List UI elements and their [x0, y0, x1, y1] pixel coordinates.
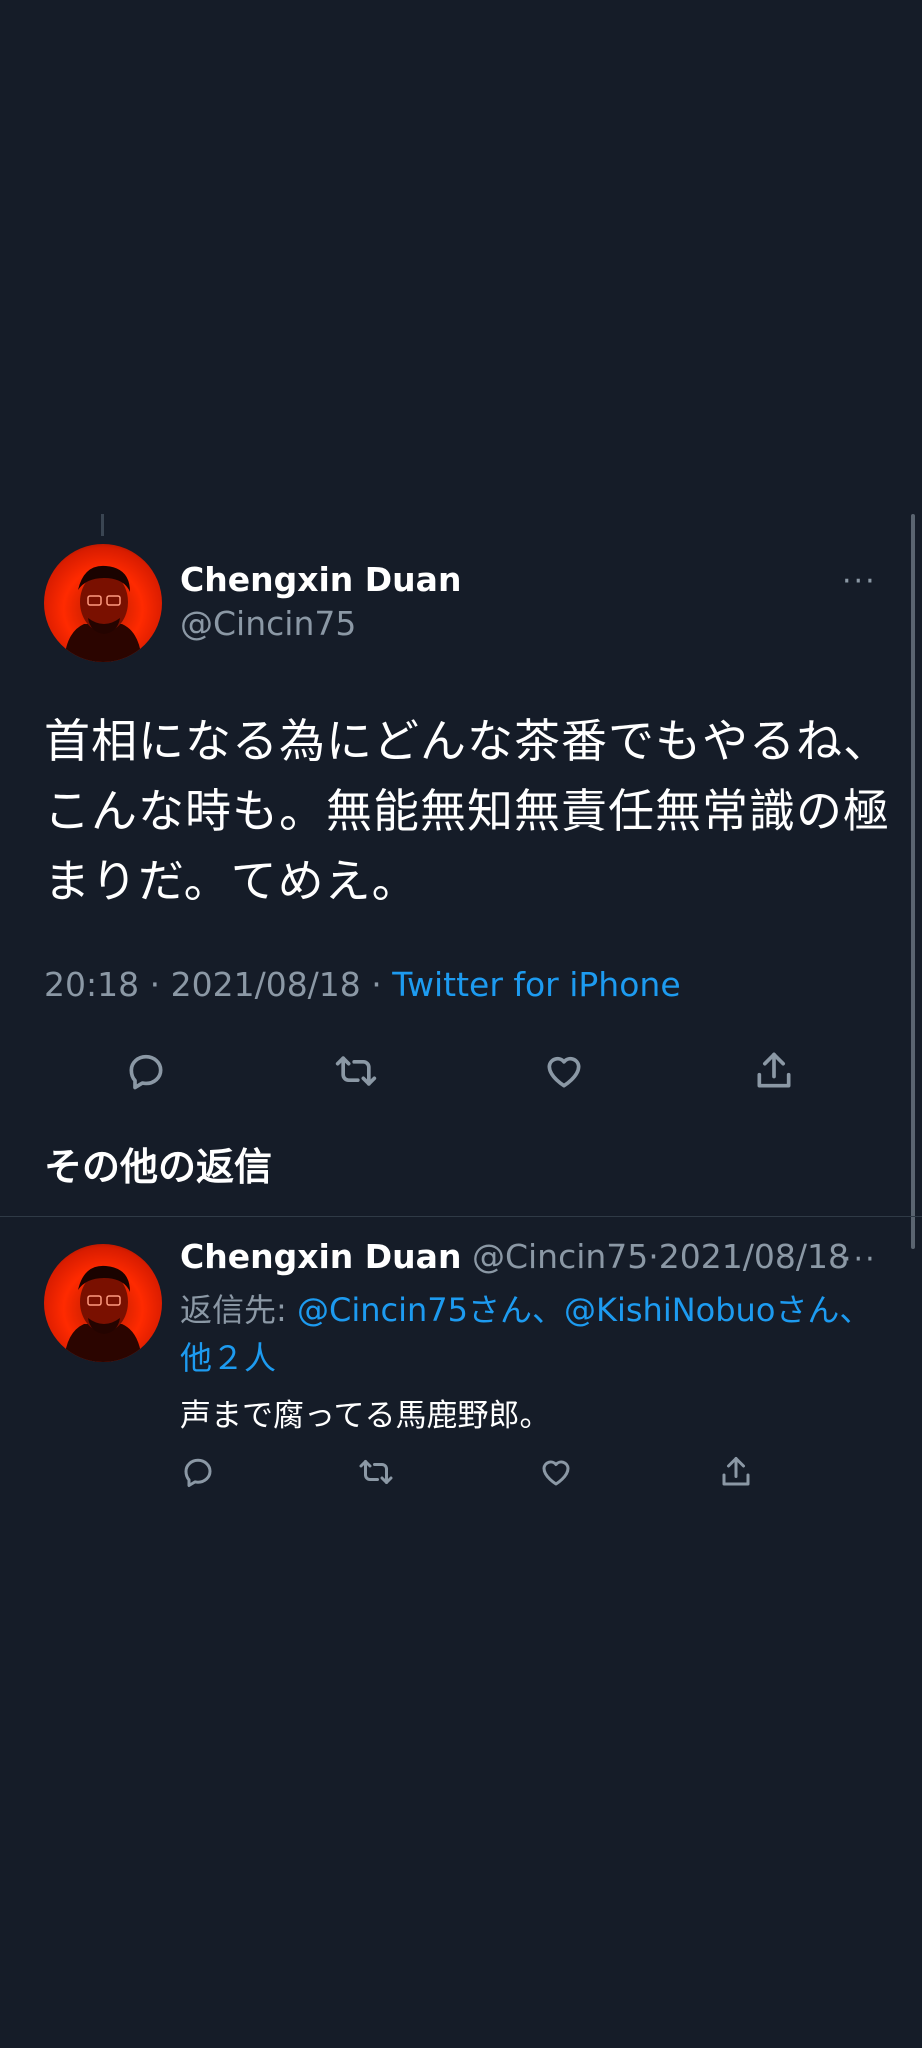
tweet-date[interactable]: 2021/08/18: [171, 965, 361, 1004]
meta-separator: ·: [360, 965, 393, 1004]
tweet-text-line: まりだ。てめえ。: [44, 854, 419, 908]
mention-link[interactable]: @KishiNobuo: [564, 1291, 775, 1329]
reply-header: Chengxin Duan @Cincin75·2021/08/18: [180, 1237, 849, 1276]
reply-more-options-icon[interactable]: ···: [842, 1242, 877, 1277]
reply-icon: [184, 1458, 212, 1487]
tweet-text: 首相になる為にどんな茶番でもやるね、 こんな時も。無能無知無責任無常識の極 まり…: [44, 706, 894, 916]
thread-connector: [101, 514, 104, 536]
share-icon: [722, 1457, 750, 1486]
reply-author-name[interactable]: Chengxin Duan: [180, 1237, 461, 1276]
mention-suffix[interactable]: さん、: [775, 1291, 871, 1329]
heart-icon: [547, 1056, 581, 1088]
like-button[interactable]: [538, 1045, 590, 1097]
meta-separator: ·: [648, 1237, 659, 1276]
retweet-icon: [359, 1460, 393, 1484]
reply-to-label: 返信先:: [180, 1291, 297, 1329]
tweet-text-line: こんな時も。無能無知無責任無常識の極: [44, 784, 890, 838]
reply-button[interactable]: [120, 1045, 172, 1097]
more-replies-heading: その他の返信: [44, 1145, 273, 1189]
heart-icon: [542, 1460, 570, 1486]
tweet-time[interactable]: 20:18: [44, 965, 139, 1004]
retweet-button[interactable]: [330, 1045, 382, 1097]
more-options-icon[interactable]: ···: [842, 564, 877, 599]
reply-retweet-button[interactable]: [354, 1450, 398, 1494]
reply-avatar[interactable]: [44, 1244, 162, 1362]
author-name[interactable]: Chengxin Duan: [180, 560, 461, 599]
reply-icon: [129, 1054, 163, 1090]
reply-author-handle[interactable]: @Cincin75: [472, 1237, 648, 1276]
reply-share-button[interactable]: [714, 1450, 758, 1494]
meta-separator: ·: [139, 965, 171, 1004]
reply-to-line: 返信先: @Cincin75さん、@KishiNobuoさん、他２人: [180, 1286, 880, 1382]
avatar-photo: [64, 1265, 142, 1362]
share-icon: [757, 1052, 791, 1088]
avatar[interactable]: [44, 544, 162, 662]
reply-text: 声まで腐ってる馬鹿野郎。: [180, 1398, 551, 1434]
mention-link[interactable]: @Cincin75: [297, 1291, 468, 1329]
tweet-text-line: 首相になる為にどんな茶番でもやるね、: [44, 714, 890, 768]
others-link[interactable]: 他２人: [180, 1339, 276, 1377]
tweet-source[interactable]: Twitter for iPhone: [392, 965, 680, 1004]
retweet-icon: [335, 1056, 377, 1086]
author-handle[interactable]: @Cincin75: [180, 604, 356, 643]
reply-date[interactable]: 2021/08/18: [659, 1237, 849, 1276]
divider: [0, 1216, 922, 1217]
scrollbar[interactable]: [911, 514, 915, 1249]
avatar-photo: [64, 565, 142, 662]
share-button[interactable]: [748, 1045, 800, 1097]
mention-suffix[interactable]: さん、: [468, 1291, 564, 1329]
reply-like-button[interactable]: [534, 1450, 578, 1494]
tweet-meta: 20:18 · 2021/08/18 · Twitter for iPhone: [44, 965, 681, 1004]
reply-reply-button[interactable]: [176, 1450, 220, 1494]
